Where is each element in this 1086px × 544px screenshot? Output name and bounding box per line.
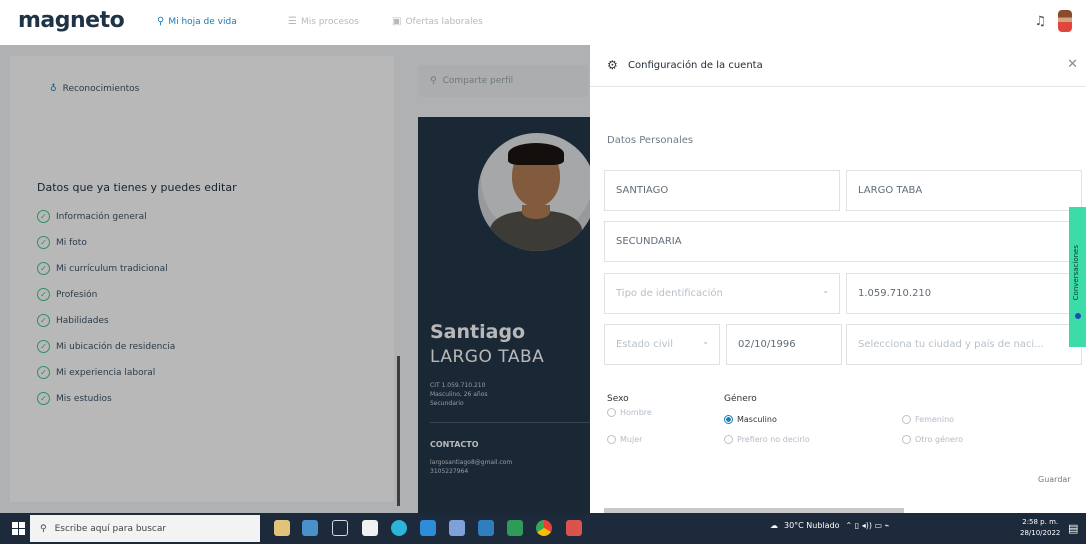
radio-genero-masculino[interactable]: Masculino (724, 415, 777, 424)
clock-date: 28/10/2022 (1020, 529, 1061, 537)
radio-button (607, 408, 616, 417)
briefcase-icon: ▣ (392, 16, 402, 27)
radio-label: Hombre (620, 408, 652, 417)
bell-icon[interactable]: ♫ (1034, 14, 1046, 29)
radio-sexo-mujer[interactable]: Mujer (607, 435, 642, 444)
nav-right: ♫ (1034, 10, 1072, 32)
task-view-icon[interactable] (332, 520, 348, 536)
chat-icon (1075, 313, 1081, 319)
id-number-field[interactable]: 1.059.710.210 (846, 273, 1082, 314)
cloud-icon: ☁ (770, 521, 778, 530)
nav-item-ofertas-laborales[interactable]: ▣ Ofertas laborales (392, 16, 483, 27)
radio-button-selected (724, 415, 733, 424)
modal-title: Configuración de la cuenta (628, 60, 763, 71)
radio-button (724, 435, 733, 444)
clock-time: 2:58 p. m. (1022, 518, 1059, 526)
weather-text[interactable]: 30°C Nublado (784, 521, 840, 530)
edge-icon[interactable] (391, 520, 407, 536)
radio-button (607, 435, 616, 444)
radio-genero-femenino[interactable]: Femenino (902, 415, 954, 424)
clock[interactable]: 2:58 p. m. 28/10/2022 (1020, 517, 1060, 539)
conversations-label: Conversaciones (1072, 245, 1080, 301)
radio-sexo-hombre[interactable]: Hombre (607, 408, 652, 417)
system-tray: ☁ 30°C Nublado ⌃ ▯ ◂)) ▭ ⌁ (770, 521, 889, 530)
avatar[interactable] (1058, 10, 1072, 32)
app-window: magneto ⚲ Mi hoja de vida ☰ Mis procesos… (0, 0, 1086, 513)
gear-icon: ⚙ (607, 58, 618, 72)
section-title: Datos Personales (607, 135, 694, 146)
excel-icon[interactable] (507, 520, 523, 536)
education-field[interactable]: SECUNDARIA (604, 221, 1082, 262)
taskbar-search[interactable]: ⚲ Escribe aquí para buscar (30, 515, 260, 542)
city-country-select[interactable]: Selecciona tu ciudad y país de naci... (846, 324, 1082, 365)
windows-start-icon[interactable] (12, 522, 25, 535)
file-explorer-icon[interactable] (362, 520, 378, 536)
sexo-label: Sexo (607, 394, 629, 404)
nav-label: Mi hoja de vida (168, 16, 237, 27)
radio-genero-otro[interactable]: Otro género (902, 435, 963, 444)
notification-icon[interactable]: ▤ (1068, 522, 1078, 535)
radio-genero-prefiero-no-decirlo[interactable]: Prefiero no decirlo (724, 435, 810, 444)
photos-icon[interactable] (449, 520, 465, 536)
radio-button (902, 435, 911, 444)
radio-label: Otro género (915, 435, 963, 444)
app-icon-2[interactable] (566, 520, 582, 536)
nav-item-mis-procesos[interactable]: ☰ Mis procesos (288, 16, 359, 27)
conversations-tab[interactable]: Conversaciones (1069, 207, 1086, 347)
first-name-field[interactable]: SANTIAGO (604, 170, 840, 211)
store-icon[interactable] (420, 520, 436, 536)
search-icon: ⚲ (40, 523, 47, 534)
id-type-placeholder: Tipo de identificación (616, 288, 723, 299)
radio-label: Prefiero no decirlo (737, 435, 810, 444)
widget-icon[interactable] (274, 520, 290, 536)
nav-label: Mis procesos (300, 16, 359, 27)
chevron-down-icon: ⌄ (822, 286, 829, 295)
civil-status-select[interactable]: Estado civil ⌄ (604, 324, 720, 365)
genero-label: Género (724, 394, 757, 404)
modal-backdrop[interactable] (0, 45, 590, 513)
radio-label: Masculino (737, 415, 777, 424)
chevron-down-icon: ⌄ (702, 337, 709, 346)
nav-item-mi-hoja-de-vida[interactable]: ⚲ Mi hoja de vida (157, 16, 237, 27)
radio-label: Mujer (620, 435, 643, 444)
save-button[interactable]: Guardar (1038, 475, 1071, 484)
last-name-field[interactable]: LARGO TABA (846, 170, 1082, 211)
top-nav: magneto ⚲ Mi hoja de vida ☰ Mis procesos… (0, 0, 1086, 45)
radio-label: Femenino (915, 415, 955, 424)
tray-icons[interactable]: ⌃ ▯ ◂)) ▭ ⌁ (846, 521, 890, 530)
logo[interactable]: magneto (18, 8, 125, 33)
person-icon: ⚲ (157, 16, 165, 27)
nav-label: Ofertas laborales (405, 16, 483, 27)
birth-date-field[interactable]: 02/10/1996 (726, 324, 842, 365)
account-settings-modal: ⚙ Configuración de la cuenta ✕ Datos Per… (590, 45, 1086, 513)
taskbar: ⚲ Escribe aquí para buscar ☁ 30°C Nublad… (0, 513, 1086, 544)
taskbar-search-placeholder: Escribe aquí para buscar (54, 523, 167, 534)
close-icon[interactable]: ✕ (1067, 57, 1078, 72)
civil-status-placeholder: Estado civil (616, 339, 673, 350)
app-icon[interactable] (478, 520, 494, 536)
chrome-icon[interactable] (536, 520, 552, 536)
list-icon: ☰ (288, 16, 297, 27)
radio-button (902, 415, 911, 424)
widget-icon-2[interactable] (302, 520, 318, 536)
modal-header: ⚙ Configuración de la cuenta ✕ (590, 45, 1086, 87)
id-type-select[interactable]: Tipo de identificación ⌄ (604, 273, 840, 314)
